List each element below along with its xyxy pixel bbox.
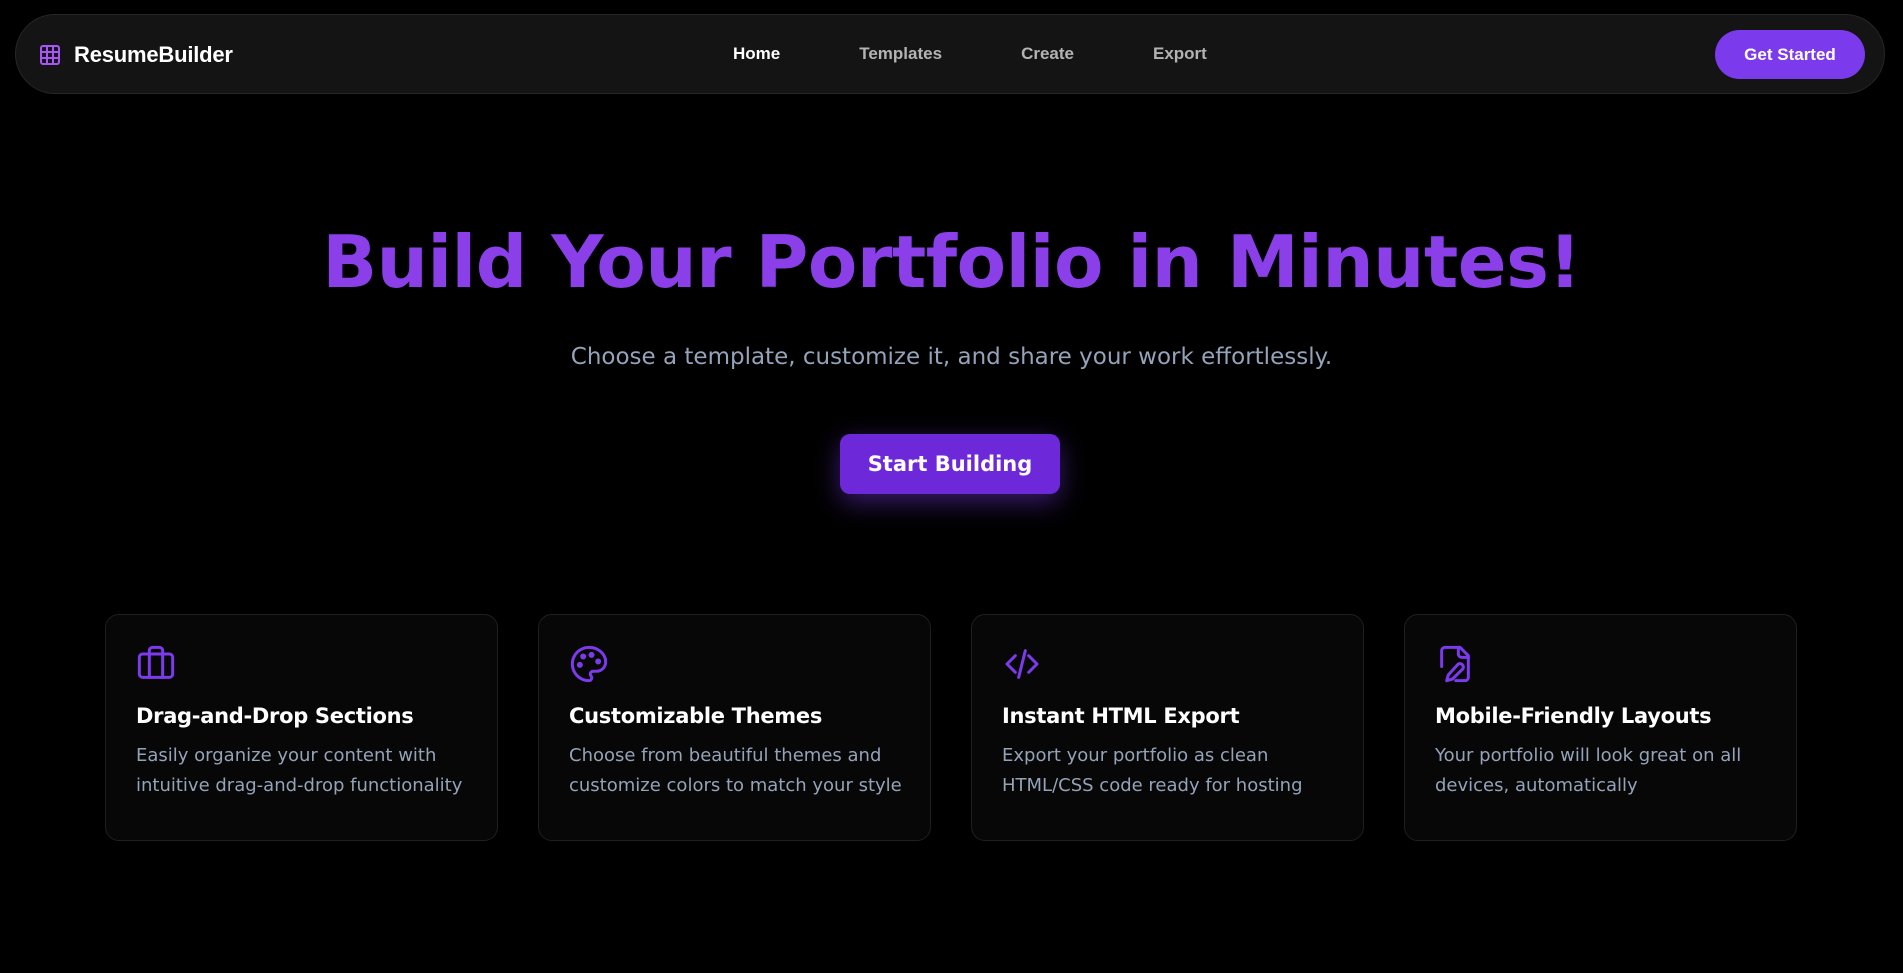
features-section: Drag-and-Drop Sections Easily organize y… bbox=[105, 614, 1797, 841]
feature-title: Drag-and-Drop Sections bbox=[136, 704, 414, 728]
hero-title: Build Your Portfolio in Minutes! bbox=[322, 220, 1581, 304]
nav-link-templates[interactable]: Templates bbox=[859, 44, 942, 64]
feature-card-mobile: Mobile-Friendly Layouts Your portfolio w… bbox=[1404, 614, 1797, 841]
brand-name: ResumeBuilder bbox=[74, 42, 233, 67]
nav-links: Home Templates Create Export bbox=[733, 15, 1207, 93]
page: ResumeBuilder Home Templates Create Expo… bbox=[0, 0, 1903, 973]
feature-description: Your portfolio will look great on all de… bbox=[1435, 745, 1742, 796]
briefcase-icon bbox=[137, 645, 175, 679]
feature-description: Choose from beautiful themes and customi… bbox=[569, 745, 902, 796]
brand[interactable]: ResumeBuilder bbox=[38, 42, 233, 68]
navbar: ResumeBuilder Home Templates Create Expo… bbox=[15, 14, 1885, 94]
code-icon bbox=[1005, 649, 1039, 679]
start-building-button[interactable]: Start Building bbox=[840, 434, 1060, 494]
feature-card-drag-drop: Drag-and-Drop Sections Easily organize y… bbox=[105, 614, 498, 841]
grid-icon bbox=[40, 45, 60, 65]
feature-title: Mobile-Friendly Layouts bbox=[1435, 704, 1712, 728]
feature-title: Customizable Themes bbox=[569, 704, 823, 728]
feature-card-themes: Customizable Themes Choose from beautifu… bbox=[538, 614, 931, 841]
nav-link-create[interactable]: Create bbox=[1021, 44, 1074, 64]
feature-card-export: Instant HTML Export Export your portfoli… bbox=[971, 614, 1364, 841]
feature-description: Easily organize your content with intuit… bbox=[136, 745, 463, 796]
nav-link-home[interactable]: Home bbox=[733, 44, 780, 64]
get-started-button[interactable]: Get Started bbox=[1715, 30, 1865, 79]
nav-link-export[interactable]: Export bbox=[1153, 44, 1207, 64]
feature-description: Export your portfolio as clean HTML/CSS … bbox=[1002, 745, 1303, 796]
file-pen-icon bbox=[1440, 645, 1470, 683]
feature-title: Instant HTML Export bbox=[1002, 704, 1240, 728]
hero-subtitle: Choose a template, customize it, and sha… bbox=[570, 344, 1333, 370]
palette-icon bbox=[570, 645, 608, 683]
